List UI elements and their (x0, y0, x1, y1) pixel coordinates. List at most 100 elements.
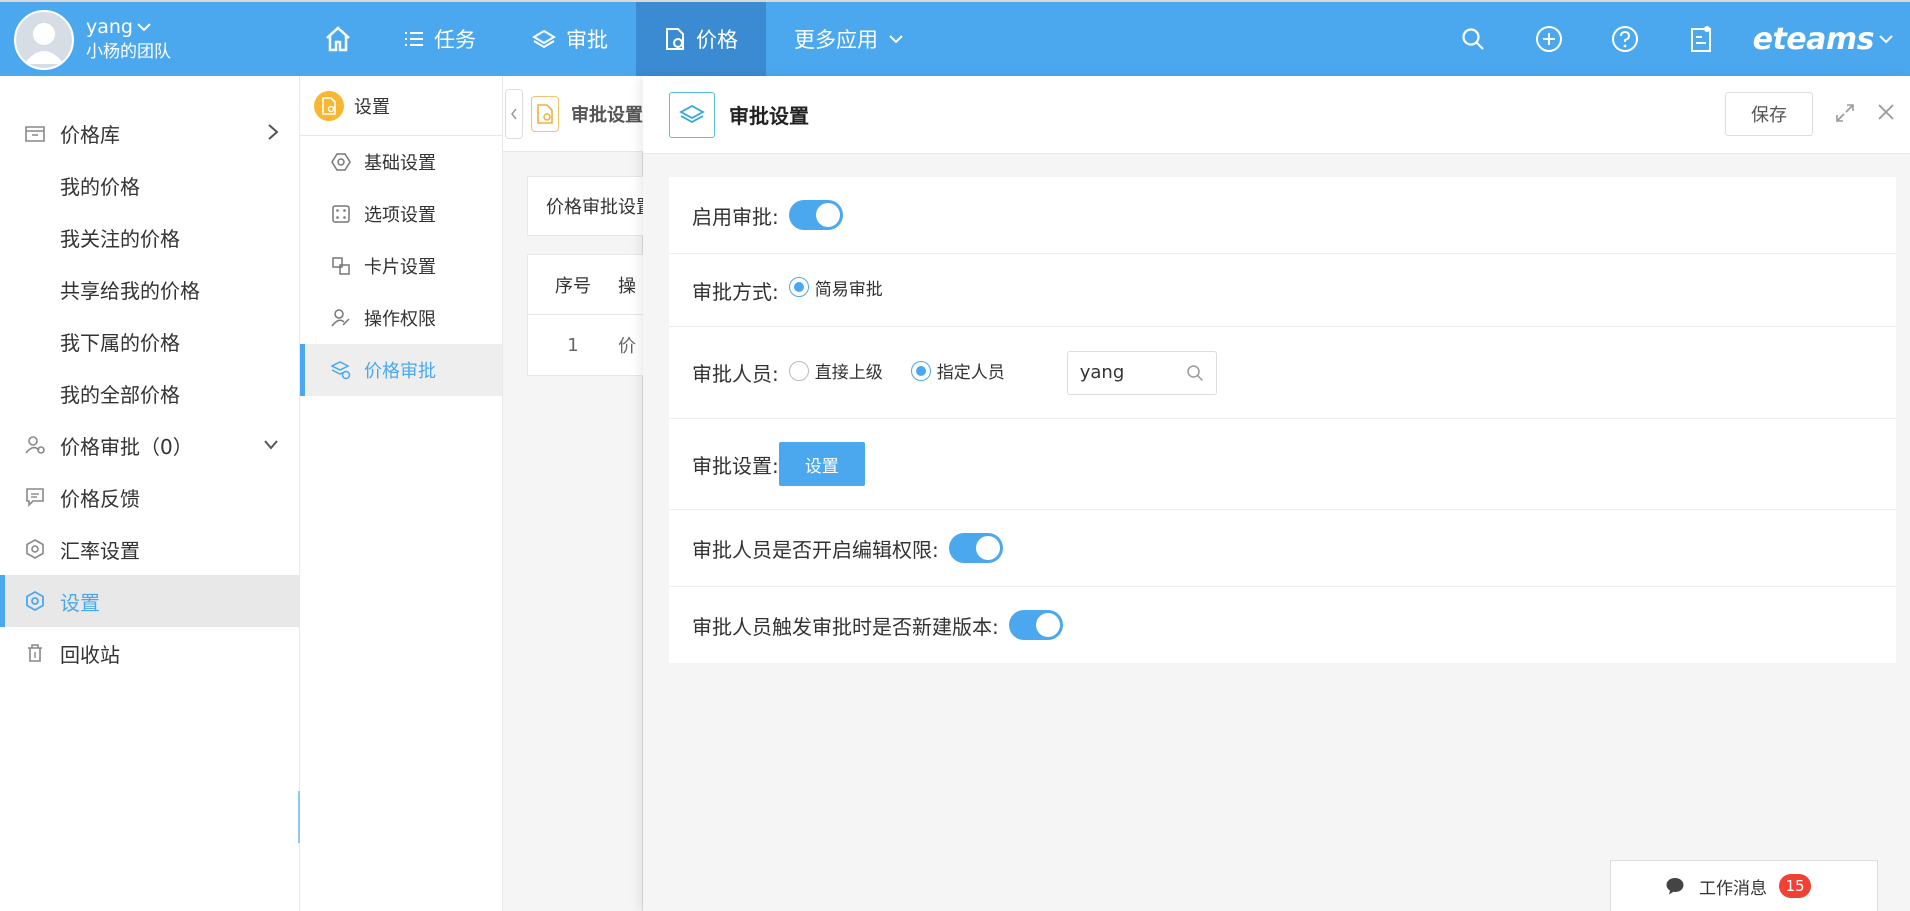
sidebar-item-label: 我关注的价格 (60, 226, 180, 251)
dice-icon (330, 205, 352, 223)
card-icon (330, 257, 352, 275)
search-icon (1461, 27, 1485, 51)
settings-item-label: 选项设置 (364, 205, 436, 226)
main-nav: 任务 审批 价格 更多应用 (300, 2, 932, 76)
radio-label: 简易审批 (814, 279, 883, 300)
nav-approval[interactable]: 审批 (504, 2, 636, 76)
table-cell-name: 价 (618, 336, 636, 357)
user-menu[interactable]: yang 小杨的团队 (14, 10, 171, 70)
settings-item-options[interactable]: 选项设置 (300, 188, 502, 240)
drawer-title: 审批设置 (729, 104, 809, 128)
nav-approval-label: 审批 (566, 28, 608, 52)
nav-home[interactable] (300, 2, 376, 76)
brand-menu[interactable]: eteams (1739, 22, 1910, 57)
sidebar-item-my-prices[interactable]: 我的价格 (0, 159, 299, 211)
work-messages-button[interactable]: 工作消息 15 (1610, 860, 1878, 911)
user-key-icon (330, 309, 352, 327)
avatar[interactable] (14, 10, 74, 70)
edit-permission-label: 审批人员是否开启编辑权限: (692, 537, 939, 562)
chevron-down-icon[interactable] (137, 22, 151, 32)
sidebar-item-label: 我下属的价格 (60, 330, 180, 355)
add-button[interactable] (1511, 2, 1587, 76)
basic-settings-icon (330, 153, 352, 171)
approval-settings-drawer: 审批设置 保存 启用审批: 审批方式: 简易审批 审批人员: 直接上级 指定人员 (643, 76, 1910, 911)
radio-direct-supervisor[interactable]: 直接上级 (788, 358, 883, 383)
nav-more-apps[interactable]: 更多应用 (766, 2, 932, 76)
notes-button[interactable] (1663, 2, 1739, 76)
enable-approval-label: 启用审批: (692, 204, 779, 229)
sidebar-item-followed-prices[interactable]: 我关注的价格 (0, 211, 299, 263)
chevron-down-icon (263, 439, 279, 451)
sidebar-item-recycle-bin[interactable]: 回收站 (0, 627, 299, 679)
approver-search-input[interactable]: yang (1066, 350, 1217, 395)
search-icon[interactable] (1186, 364, 1204, 382)
approval-table: 序号 操 1 价 (527, 254, 647, 376)
help-button[interactable] (1587, 2, 1663, 76)
approver-value: yang (1079, 362, 1125, 383)
sidebar-item-price-library[interactable]: 价格库 (0, 107, 299, 159)
nav-price[interactable]: 价格 (636, 2, 766, 76)
settings-item-label: 操作权限 (364, 309, 436, 330)
settings-panel-header: 设置 (300, 76, 502, 136)
sidebar: 价格库 我的价格 我关注的价格 共享给我的价格 我下属的价格 我的全部价格 价格… (0, 76, 300, 911)
approval-stack-icon (330, 360, 352, 380)
row-enable-approval: 启用审批: (669, 177, 1896, 254)
settings-item-permissions[interactable]: 操作权限 (300, 292, 502, 344)
chevron-down-icon (888, 34, 904, 44)
sidebar-item-subordinate-prices[interactable]: 我下属的价格 (0, 315, 299, 367)
nav-tasks[interactable]: 任务 (376, 2, 504, 76)
sidebar-item-exchange-rate[interactable]: 汇率设置 (0, 523, 299, 575)
table-row[interactable]: 1 价 (528, 315, 646, 375)
section-label: 价格审批设置 (527, 176, 647, 236)
expand-icon[interactable] (1835, 103, 1855, 123)
row-edit-permission: 审批人员是否开启编辑权限: (669, 510, 1896, 587)
radio-simple-approval[interactable]: 简易审批 (788, 275, 883, 300)
table-cell-index: 1 (567, 334, 579, 356)
nav-more-label: 更多应用 (794, 28, 878, 52)
radio-selected-icon (788, 277, 809, 297)
settings-item-price-approval[interactable]: 价格审批 (300, 344, 502, 396)
notepad-icon (1689, 25, 1713, 53)
save-button[interactable]: 保存 (1725, 92, 1813, 136)
row-new-version: 审批人员触发审批时是否新建版本: (669, 587, 1896, 663)
hexagon-gear-icon (23, 539, 47, 559)
row-approval-config: 审批设置: 设置 (669, 419, 1896, 510)
price-doc-icon (530, 95, 559, 132)
brand-logo: eteams (1752, 21, 1875, 57)
back-button[interactable] (505, 88, 523, 139)
user-name[interactable]: yang (86, 15, 133, 39)
page-tab-title: 审批设置 (571, 104, 643, 126)
edit-permission-toggle[interactable] (948, 533, 1003, 563)
chevron-right-icon (267, 123, 279, 141)
settings-doc-icon (314, 90, 344, 121)
unread-count-badge: 15 (1779, 874, 1811, 898)
chat-bubble-icon (1665, 876, 1685, 896)
close-icon[interactable] (1876, 102, 1896, 122)
sidebar-item-settings[interactable]: 设置 (0, 575, 299, 627)
sidebar-item-price-approval[interactable]: 价格审批（0） (0, 419, 299, 471)
radio-label: 直接上级 (814, 363, 883, 383)
settings-item-basic[interactable]: 基础设置 (300, 136, 502, 188)
chevron-left-icon (510, 108, 518, 120)
enable-approval-toggle[interactable] (788, 200, 843, 230)
new-version-toggle[interactable] (1008, 610, 1063, 640)
sidebar-item-shared-prices[interactable]: 共享给我的价格 (0, 263, 299, 315)
row-approvers: 审批人员: 直接上级 指定人员 yang (669, 327, 1896, 419)
radio-specified-person[interactable]: 指定人员 (910, 358, 1005, 383)
nav-tasks-label: 任务 (434, 28, 476, 52)
approval-config-button[interactable]: 设置 (778, 442, 865, 486)
drawer-header: 审批设置 保存 (643, 76, 1910, 154)
sidebar-item-label: 价格审批（0） (60, 434, 193, 459)
settings-item-card[interactable]: 卡片设置 (300, 240, 502, 292)
sidebar-item-all-prices[interactable]: 我的全部价格 (0, 367, 299, 419)
sidebar-item-price-feedback[interactable]: 价格反馈 (0, 471, 299, 523)
plus-circle-icon (1535, 25, 1563, 53)
settings-item-label: 基础设置 (364, 153, 436, 174)
approvers-label: 审批人员: (692, 362, 779, 386)
sidebar-item-label: 价格反馈 (60, 486, 140, 511)
search-button[interactable] (1435, 2, 1511, 76)
price-doc-icon (664, 27, 686, 51)
approval-settings-page: 审批设置 价格审批设置 序号 操 1 价 (503, 76, 647, 911)
column-header-action: 操 (618, 275, 636, 297)
nav-price-label: 价格 (696, 28, 738, 52)
